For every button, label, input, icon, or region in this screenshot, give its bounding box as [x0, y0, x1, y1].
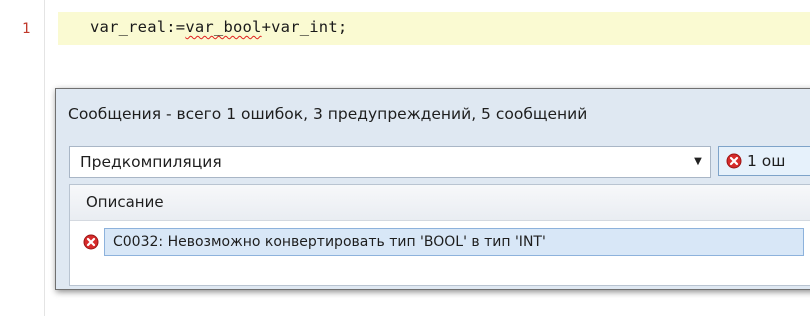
code-token: +var_int;: [261, 18, 348, 36]
code-token: var_real:=: [90, 18, 186, 36]
code-token-error: var_bool: [185, 18, 262, 36]
line-number-gutter: 1: [0, 0, 45, 316]
table-header: Описание: [70, 185, 810, 221]
message-source-select[interactable]: Предкомпиляция ▼: [69, 146, 711, 178]
error-filter-button[interactable]: 1 ош: [718, 146, 810, 176]
error-icon: [726, 153, 742, 173]
messages-title: Сообщения - всего 1 ошибок, 3 предупрежд…: [68, 105, 588, 123]
message-description-cell[interactable]: C0032: Невозможно конвертировать тип 'BO…: [104, 228, 804, 256]
column-header-description[interactable]: Описание: [86, 193, 164, 211]
error-icon: [83, 234, 99, 254]
line-number: 1: [22, 21, 31, 37]
dropdown-arrow-icon[interactable]: ▼: [692, 155, 704, 169]
message-description: C0032: Невозможно конвертировать тип 'BO…: [113, 234, 546, 250]
code-line[interactable]: var_real:=var_bool+var_int;: [90, 18, 347, 36]
table-row[interactable]: C0032: Невозможно конвертировать тип 'BO…: [80, 228, 810, 258]
messages-window: Сообщения - всего 1 ошибок, 3 предупрежд…: [55, 88, 810, 290]
error-filter-label: 1 ош: [747, 152, 786, 170]
message-source-value: Предкомпиляция: [80, 153, 222, 171]
messages-table: Описание C0032: Невозможно конвертироват…: [69, 184, 810, 286]
